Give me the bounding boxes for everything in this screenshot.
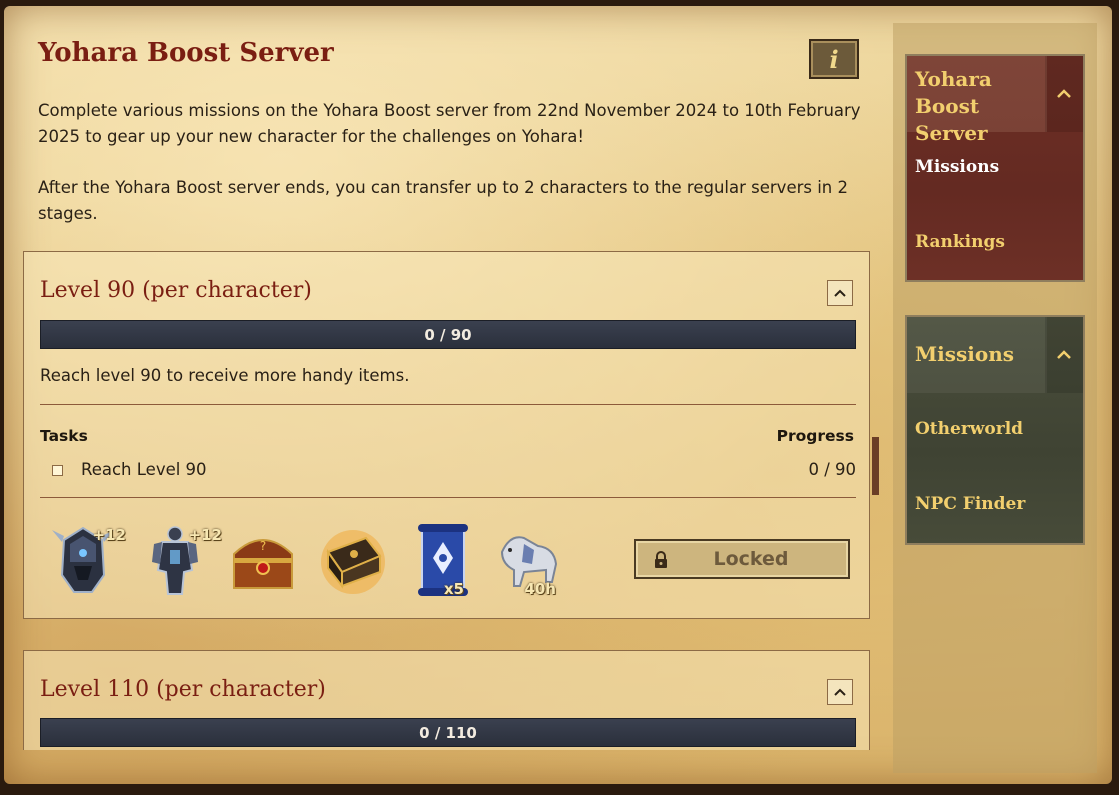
reward-item[interactable]: ?	[228, 520, 298, 600]
progress-text: 0 / 110	[419, 723, 477, 742]
reward-item[interactable]: x5	[408, 520, 478, 600]
mission-progress-bar: 0 / 110	[40, 718, 856, 747]
page-title: Yohara Boost Server	[38, 38, 334, 68]
tasks-header: Tasks	[40, 427, 88, 445]
reward-tag: +12	[188, 526, 222, 544]
info-button[interactable]: i	[809, 39, 859, 79]
chevron-up-icon	[1057, 350, 1071, 359]
lock-icon	[655, 551, 667, 568]
sidebar-item-rankings[interactable]: Rankings	[915, 232, 1005, 252]
scrollbar-thumb[interactable]	[872, 437, 879, 495]
reward-tag: x5	[443, 580, 464, 598]
panel-toggle[interactable]	[1045, 317, 1083, 393]
mission-description: Reach level 90 to receive more handy ite…	[40, 366, 410, 385]
divider	[40, 497, 856, 498]
rewards-row: +12 +12 ? x5 40h	[48, 520, 588, 600]
task-label: Reach Level 90	[81, 460, 207, 479]
mission-card-level-90: Level 90 (per character) 0 / 90 Reach le…	[23, 251, 870, 619]
chevron-up-icon	[834, 688, 846, 696]
intro-text: Complete various missions on the Yohara …	[38, 98, 868, 252]
mission-title: Level 110 (per character)	[40, 677, 326, 702]
info-icon: i	[829, 44, 839, 74]
sidebar-item-npc-finder[interactable]: NPC Finder	[915, 494, 1025, 514]
gold-chest-icon	[321, 530, 385, 594]
chevron-up-icon	[834, 289, 846, 297]
sidebar-panel-boost-server: Yohara Boost Server Missions Rankings	[905, 54, 1085, 282]
task-row: Reach Level 90 0 / 90	[40, 460, 856, 484]
reward-item[interactable]: +12	[48, 520, 126, 600]
sidebar-item-missions[interactable]: Missions	[915, 157, 999, 177]
collapse-button[interactable]	[827, 280, 853, 306]
locked-button-label: Locked	[713, 548, 789, 570]
panel-title[interactable]: Missions	[907, 317, 1047, 393]
reward-item[interactable]: 40h	[494, 520, 564, 600]
chevron-up-icon	[1057, 89, 1071, 98]
task-checkbox	[52, 465, 63, 476]
reward-tag: 40h	[524, 580, 556, 598]
svg-text:?: ?	[260, 539, 266, 553]
mission-progress-bar: 0 / 90	[40, 320, 856, 349]
mission-title: Level 90 (per character)	[40, 278, 312, 303]
treasure-chest-icon: ?	[233, 539, 293, 589]
panel-toggle[interactable]	[1045, 56, 1083, 132]
divider	[40, 404, 856, 405]
progress-text: 0 / 90	[424, 325, 472, 344]
reward-item[interactable]	[318, 520, 388, 600]
reward-tag: +12	[92, 526, 126, 544]
progress-header: Progress	[776, 427, 854, 445]
sidebar-item-otherworld[interactable]: Otherworld	[915, 419, 1023, 439]
collapse-button[interactable]	[827, 679, 853, 705]
panel-title[interactable]: Yohara Boost Server	[907, 56, 1047, 145]
locked-button[interactable]: Locked	[634, 539, 850, 579]
mission-card-level-110: Level 110 (per character) 0 / 110	[23, 650, 870, 750]
intro-paragraph: After the Yohara Boost server ends, you …	[38, 178, 848, 223]
task-progress: 0 / 90	[808, 460, 856, 479]
reward-item[interactable]: +12	[140, 520, 222, 600]
intro-paragraph: Complete various missions on the Yohara …	[38, 101, 861, 146]
sidebar-panel-missions: Missions Otherworld NPC Finder	[905, 315, 1085, 545]
